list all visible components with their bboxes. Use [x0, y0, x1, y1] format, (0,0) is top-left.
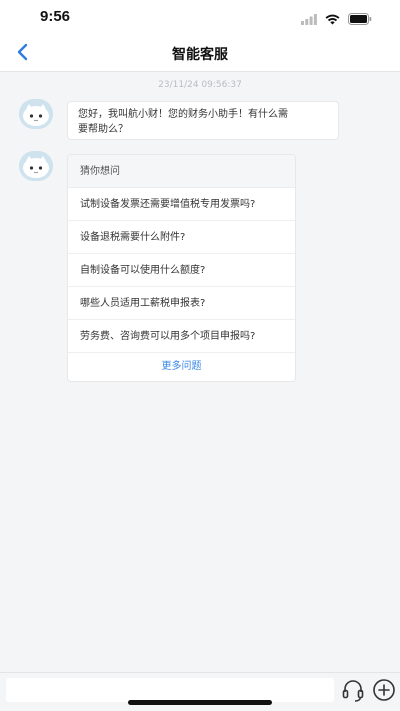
add-button[interactable]: [371, 677, 397, 703]
faq-item[interactable]: 哪些人员适用工薪税申报表?: [68, 287, 295, 320]
signal-icon: [301, 10, 317, 29]
faq-header: 猜你想问: [68, 155, 295, 188]
faq-item[interactable]: 试制设备发票还需要增值税专用发票吗?: [68, 188, 295, 221]
headset-icon: [340, 680, 366, 707]
greeting-line-2: 要帮助么？: [78, 124, 128, 135]
faq-item[interactable]: 自制设备可以使用什么额度?: [68, 254, 295, 287]
status-icons: [301, 10, 372, 29]
nav-bar: 智能客服: [0, 36, 400, 72]
faq-item[interactable]: 劳务费、咨询费可以用多个项目申报吗?: [68, 320, 295, 353]
input-bar: [0, 672, 400, 711]
greeting-message: 您好，我叫航小财！您的财务小助手！有什么需 要帮助么？: [67, 101, 339, 140]
chat-area[interactable]: 23/11/24 09:56:37 您好，我叫航小财！您的财务小助手！有什么需 …: [0, 72, 400, 672]
robot-avatar-icon: [19, 99, 53, 129]
more-questions-link[interactable]: 更多问题: [68, 353, 295, 381]
plus-circle-icon: [371, 679, 397, 707]
status-time: 9:56: [40, 8, 71, 25]
page-title: 智能客服: [172, 47, 228, 63]
message-input[interactable]: [6, 678, 334, 702]
faq-card: 猜你想问 试制设备发票还需要增值税专用发票吗? 设备退税需要什么附件? 自制设备…: [67, 154, 296, 382]
greeting-line-1: 您好，我叫航小财！您的财务小助手！有什么需: [78, 109, 288, 120]
customer-service-button[interactable]: [340, 677, 366, 703]
status-bar: 9:56: [0, 0, 400, 36]
chat-screen: 9:56 智能客服 23/11/24 09:56:37 您好，我叫航小财！您的财…: [0, 0, 400, 711]
faq-item[interactable]: 设备退税需要什么附件?: [68, 221, 295, 254]
home-indicator: [128, 700, 272, 705]
message-timestamp: 23/11/24 09:56:37: [158, 80, 242, 90]
wifi-icon: [325, 10, 340, 29]
robot-avatar-icon: [19, 151, 53, 181]
battery-icon: [348, 10, 372, 29]
